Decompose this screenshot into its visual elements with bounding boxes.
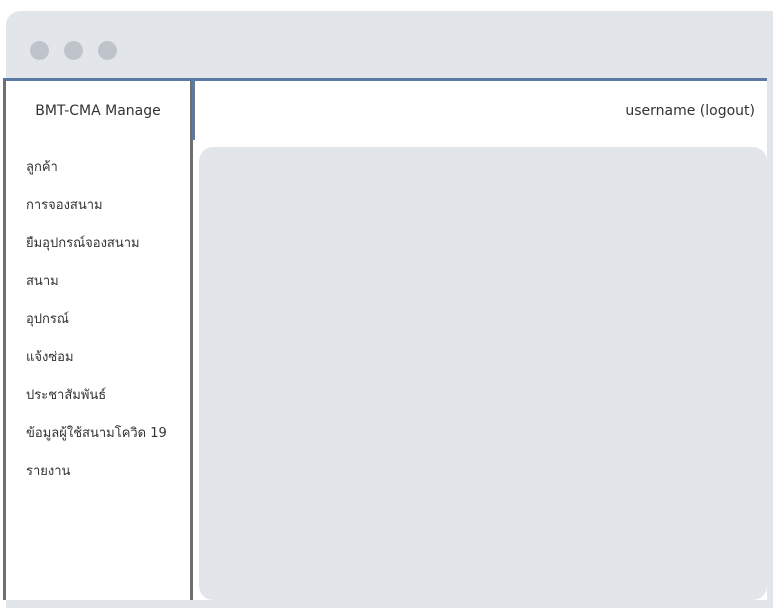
user-logout-link[interactable]: username (logout) bbox=[625, 103, 755, 119]
top-header: username (logout) bbox=[192, 78, 767, 143]
app-brand: BMT-CMA Manage bbox=[35, 102, 161, 119]
sidebar-item-reports[interactable]: รายงาน bbox=[6, 462, 190, 500]
sidebar-item-courts[interactable]: สนาม bbox=[6, 272, 190, 310]
sidebar-item-customers[interactable]: ลูกค้า bbox=[6, 158, 190, 196]
sidebar-item-covid-user-data[interactable]: ข้อมูลผู้ใช้สนามโควิด 19 bbox=[6, 424, 190, 462]
sidebar-menu: ลูกค้า การจองสนาม ยืมอุปกรณ์จองสนาม สนาม… bbox=[3, 140, 193, 600]
window-maximize-button[interactable] bbox=[98, 41, 117, 60]
sidebar-item-announcements[interactable]: ประชาสัมพันธ์ bbox=[6, 386, 190, 424]
sidebar-item-court-booking[interactable]: การจองสนาม bbox=[6, 196, 190, 234]
sidebar-item-repair-report[interactable]: แจ้งซ่อม bbox=[6, 348, 190, 386]
content-panel bbox=[199, 147, 767, 600]
window-close-button[interactable] bbox=[30, 41, 49, 60]
sidebar-item-equipment[interactable]: อุปกรณ์ bbox=[6, 310, 190, 348]
window-minimize-button[interactable] bbox=[64, 41, 83, 60]
sidebar-item-equipment-loan[interactable]: ยืมอุปกรณ์จองสนาม bbox=[6, 234, 190, 272]
brand-header: BMT-CMA Manage bbox=[3, 78, 193, 143]
